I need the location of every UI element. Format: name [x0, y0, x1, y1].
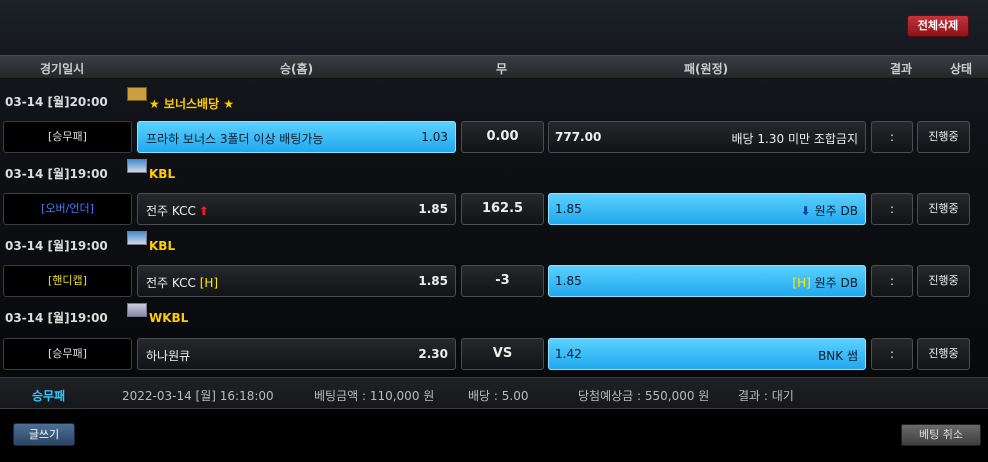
league-name: WKBL	[149, 311, 189, 325]
topbar: 전체삭제	[0, 0, 988, 52]
result-cell: :	[871, 121, 913, 153]
game-date-row: 03-14 [월]19:00 KBL	[5, 159, 605, 181]
home-odds-button[interactable]: 하나원큐 2.30	[137, 338, 456, 370]
home-odds: 2.30	[418, 347, 448, 361]
result-cell: :	[871, 193, 913, 225]
korea-flag-icon	[127, 159, 147, 173]
write-button[interactable]: 글쓰기	[13, 423, 75, 446]
status-cell: 진행중	[917, 265, 970, 297]
draw-odds-button[interactable]: -3	[461, 265, 544, 297]
draw-odds-button[interactable]: VS	[461, 338, 544, 370]
away-odds: 777.00	[555, 130, 602, 144]
home-team-name: 전주 KCC [H]	[146, 274, 218, 291]
bonus-icon	[127, 87, 147, 101]
korea-flag-icon	[127, 303, 147, 317]
home-team-label: 전주 KCC	[146, 204, 196, 218]
draw-odds-button[interactable]: 162.5	[461, 193, 544, 225]
away-team-name: ⬇ 원주 DB	[801, 202, 858, 219]
handicap-tag: [H]	[199, 276, 219, 290]
cancel-bet-button[interactable]: 베팅 취소	[901, 424, 981, 446]
away-odds-button[interactable]: 1.85 ⬇ 원주 DB	[548, 193, 866, 225]
header-home: 승(홈)	[280, 62, 314, 76]
summary-odds: 배당 : 5.00	[468, 389, 529, 403]
game-date-row: 03-14 [월]19:00 WKBL	[5, 303, 605, 325]
home-odds: 1.03	[421, 130, 448, 144]
header-draw: 무	[496, 62, 508, 76]
summary-type: 승무패	[32, 389, 66, 403]
result-cell: :	[871, 338, 913, 370]
away-team-name: [H] 원주 DB	[792, 274, 858, 291]
bet-type: [승무패]	[3, 121, 132, 153]
bottom-actions: 글쓰기 베팅 취소	[0, 410, 988, 462]
bet-summary: 승무패 2022-03-14 [월] 16:18:00 베팅금액 : 110,0…	[0, 377, 988, 409]
summary-datetime: 2022-03-14 [월] 16:18:00	[122, 389, 274, 403]
arrow-up-icon: ⬆	[198, 204, 209, 218]
game-datetime: 03-14 [월]19:00	[5, 239, 108, 253]
summary-result: 결과 : 대기	[738, 389, 794, 403]
away-team-label: 원주 DB	[814, 276, 858, 290]
away-odds-button[interactable]: 1.42 BNK 썸	[548, 338, 866, 370]
away-odds: 1.42	[555, 347, 582, 361]
home-team-label: 전주 KCC	[146, 276, 196, 290]
home-odds-button[interactable]: 프라하 보너스 3폴더 이상 배팅가능 1.03	[137, 121, 456, 153]
game-date-row: 03-14 [월]19:00 KBL	[5, 231, 605, 253]
away-odds-button[interactable]: 1.85 [H] 원주 DB	[548, 265, 866, 297]
bet-type: [승무패]	[3, 338, 132, 370]
home-team-name: 프라하 보너스 3폴더 이상 배팅가능	[146, 132, 324, 146]
bet-type: [오버/언더]	[3, 193, 132, 225]
draw-odds-button[interactable]: 0.00	[461, 121, 544, 153]
away-team-label: 원주 DB	[814, 204, 858, 218]
league-name: KBL	[149, 239, 176, 253]
home-odds-button[interactable]: 전주 KCC ⬆ 1.85	[137, 193, 456, 225]
summary-amount: 베팅금액 : 110,000 원	[314, 389, 435, 403]
status-cell: 진행중	[917, 121, 970, 153]
away-odds-button[interactable]: 777.00 배당 1.30 미만 조합금지	[548, 121, 866, 153]
game-date-row: 03-14 [월]20:00 ★ 보너스배당 ★	[5, 87, 605, 111]
away-team-name: BNK 썸	[818, 349, 858, 363]
home-team-name: 전주 KCC ⬆	[146, 202, 209, 219]
home-odds: 1.85	[418, 202, 448, 216]
korea-flag-icon	[127, 231, 147, 245]
away-team-name: 배당 1.30 미만 조합금지	[731, 132, 858, 146]
result-cell: :	[871, 265, 913, 297]
game-datetime: 03-14 [월]19:00	[5, 167, 108, 181]
game-datetime: 03-14 [월]19:00	[5, 311, 108, 325]
bet-type: [핸디캡]	[3, 265, 132, 297]
handicap-tag: [H]	[792, 276, 811, 290]
away-odds: 1.85	[555, 274, 582, 288]
home-odds: 1.85	[418, 274, 448, 288]
league-name: ★ 보너스배당 ★	[149, 97, 235, 111]
summary-expected: 당첨예상금 : 550,000 원	[578, 389, 710, 403]
league-name: KBL	[149, 167, 176, 181]
table-header: 경기일시 승(홈) 무 패(원정) 결과 상태	[0, 55, 988, 79]
home-odds-button[interactable]: 전주 KCC [H] 1.85	[137, 265, 456, 297]
status-cell: 진행중	[917, 193, 970, 225]
home-team-name: 하나원큐	[146, 349, 191, 363]
header-result: 결과	[890, 62, 913, 76]
status-cell: 진행중	[917, 338, 970, 370]
arrow-down-icon: ⬇	[800, 204, 811, 218]
header-away: 패(원정)	[684, 62, 729, 76]
delete-all-button[interactable]: 전체삭제	[907, 15, 969, 37]
away-odds: 1.85	[555, 202, 582, 216]
header-date: 경기일시	[40, 62, 85, 76]
header-status: 상태	[950, 62, 973, 76]
game-datetime: 03-14 [월]20:00	[5, 95, 108, 109]
